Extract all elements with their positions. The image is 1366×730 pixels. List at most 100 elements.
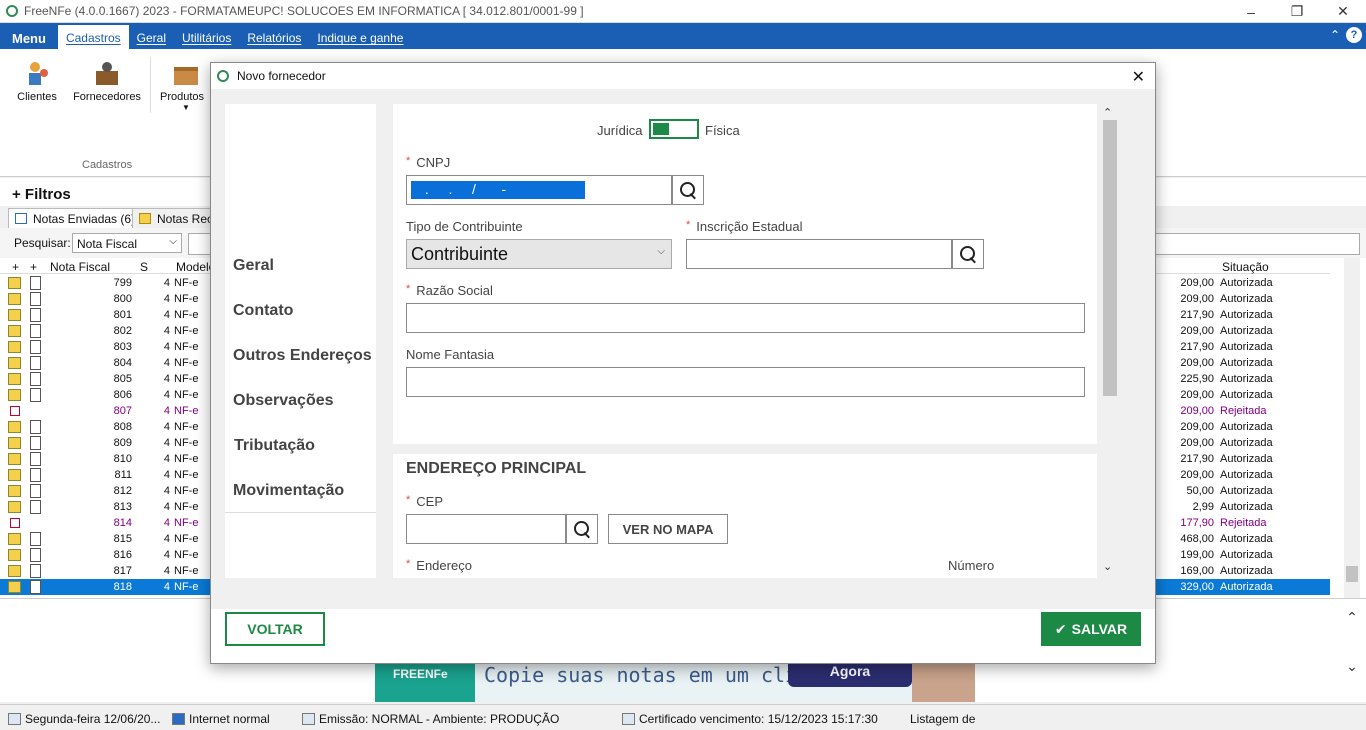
- cell-serie: 4: [163, 517, 170, 529]
- inscricao-estadual-input[interactable]: [686, 239, 952, 269]
- ver-no-mapa-button[interactable]: VER NO MAPA: [608, 514, 728, 544]
- cell-valor: 209,00: [1180, 293, 1214, 305]
- collapse-ribbon-icon[interactable]: ⌃: [1330, 28, 1340, 42]
- document-icon[interactable]: [30, 372, 41, 386]
- grid-scroll-thumb[interactable]: [1346, 566, 1358, 582]
- nav-tributacao[interactable]: Tributação: [234, 437, 315, 455]
- scroll-down-icon[interactable]: ⌄: [1103, 560, 1112, 573]
- person-type-toggle[interactable]: [649, 119, 699, 139]
- scroll-up-icon[interactable]: ⌃: [1103, 106, 1112, 119]
- document-icon[interactable]: [30, 564, 41, 578]
- cnpj-search-button[interactable]: [672, 175, 704, 205]
- nome-fantasia-input[interactable]: [406, 367, 1085, 397]
- close-window-button[interactable]: ✕: [1320, 0, 1366, 23]
- cell-serie: 4: [163, 389, 170, 401]
- cell-situacao: Autorizada: [1220, 485, 1273, 497]
- document-icon[interactable]: [30, 468, 41, 482]
- fornecedores-button[interactable]: Fornecedores: [70, 55, 144, 103]
- cell-nota: 814: [113, 517, 132, 529]
- col-serie[interactable]: S: [140, 260, 148, 274]
- col-expand[interactable]: +: [12, 260, 19, 274]
- document-icon[interactable]: [30, 356, 41, 370]
- cep-input[interactable]: [406, 514, 566, 544]
- produtos-dropdown-icon[interactable]: ▼: [182, 103, 210, 112]
- numero-label: Número: [948, 558, 995, 573]
- col-nota-fiscal[interactable]: Nota Fiscal: [50, 260, 110, 274]
- document-icon[interactable]: [30, 452, 41, 466]
- tab-relatorios[interactable]: Relatórios: [239, 31, 309, 49]
- voltar-button[interactable]: VOLTAR: [225, 612, 325, 646]
- tab-utilitarios[interactable]: Utilitários: [174, 31, 239, 49]
- chevron-down-icon: ⌵: [169, 236, 177, 247]
- endereco-label: * Endereço: [406, 558, 472, 573]
- help-icon[interactable]: ?: [1346, 27, 1362, 43]
- cell-valor: 209,00: [1180, 325, 1214, 337]
- document-icon[interactable]: [30, 292, 41, 306]
- dialog-scrollbar[interactable]: ⌃ ⌄: [1101, 104, 1117, 578]
- document-icon[interactable]: [30, 324, 41, 338]
- app-logo-icon: [6, 5, 18, 17]
- cell-nota: 804: [113, 357, 132, 369]
- cell-situacao: Autorizada: [1220, 325, 1273, 337]
- document-icon[interactable]: [30, 308, 41, 322]
- cell-modelo: NF-e: [174, 453, 199, 465]
- nav-outros-enderecos[interactable]: Outros Endereços: [233, 347, 372, 365]
- document-icon[interactable]: [30, 420, 41, 434]
- cnpj-input[interactable]: . . / -: [406, 175, 672, 205]
- dialog-close-button[interactable]: ✕: [1132, 67, 1145, 87]
- minimize-button[interactable]: –: [1228, 0, 1274, 23]
- cell-situacao: Autorizada: [1220, 565, 1273, 577]
- dialog-scroll-thumb[interactable]: [1103, 120, 1117, 396]
- cell-valor: 209,00: [1180, 421, 1214, 433]
- toggle-fisica-label: Física: [705, 123, 740, 138]
- tab-indique[interactable]: Indique e ganhe: [309, 31, 411, 49]
- col-expand-2[interactable]: +: [30, 260, 37, 274]
- sent-icon: [8, 309, 21, 321]
- sent-icon: [8, 421, 21, 433]
- dialog-title: Novo fornecedor: [237, 69, 326, 83]
- razao-social-input[interactable]: [406, 303, 1085, 333]
- document-icon[interactable]: [30, 500, 41, 514]
- salvar-button[interactable]: ✔ SALVAR: [1041, 612, 1141, 646]
- document-icon[interactable]: [30, 580, 41, 594]
- nav-observacoes[interactable]: Observações: [233, 392, 334, 410]
- cell-serie: 4: [163, 485, 170, 497]
- restore-button[interactable]: ❐: [1274, 0, 1320, 23]
- cell-nota: 807: [113, 405, 132, 417]
- grid-scrollbar[interactable]: [1344, 258, 1360, 598]
- document-icon[interactable]: [30, 548, 41, 562]
- clientes-icon: [23, 59, 51, 87]
- ie-search-button[interactable]: [952, 239, 984, 269]
- lower-scrollbar[interactable]: ⌃ ⌄: [1344, 609, 1360, 699]
- clientes-button[interactable]: Clientes: [14, 55, 60, 103]
- nav-contato[interactable]: Contato: [233, 302, 293, 320]
- tab-notas-enviadas[interactable]: Notas Enviadas (6): [8, 208, 143, 228]
- tipo-contribuinte-value: Contribuinte: [411, 244, 509, 264]
- document-icon[interactable]: [30, 340, 41, 354]
- cell-valor: 329,00: [1180, 581, 1214, 593]
- document-icon[interactable]: [30, 436, 41, 450]
- cell-modelo: NF-e: [174, 565, 199, 577]
- filters-title[interactable]: + Filtros: [12, 186, 71, 203]
- produtos-button[interactable]: Produtos ▼: [160, 55, 210, 112]
- cell-valor: 209,00: [1180, 405, 1214, 417]
- document-icon[interactable]: [30, 484, 41, 498]
- rejected-icon: [10, 518, 20, 528]
- cell-valor: 2,99: [1192, 501, 1214, 513]
- nav-geral[interactable]: Geral: [233, 257, 274, 275]
- cell-serie: 4: [163, 405, 170, 417]
- required-mark: *: [406, 558, 411, 570]
- tab-cadastros[interactable]: Cadastros: [57, 25, 129, 49]
- nav-movimentacao[interactable]: Movimentação: [233, 482, 344, 500]
- sent-icon: [8, 373, 21, 385]
- document-icon[interactable]: [30, 276, 41, 290]
- tab-geral[interactable]: Geral: [129, 31, 174, 49]
- col-situacao[interactable]: Situação: [1222, 260, 1269, 274]
- document-icon[interactable]: [30, 388, 41, 402]
- tipo-contribuinte-select[interactable]: Contribuinte ⌵: [406, 239, 672, 269]
- document-icon[interactable]: [30, 532, 41, 546]
- status-certificado: Certificado vencimento: 15/12/2023 15:17…: [622, 712, 878, 726]
- search-field-select[interactable]: Nota Fiscal ⌵: [72, 233, 182, 253]
- main-menu-button[interactable]: Menu: [0, 31, 58, 49]
- cep-search-button[interactable]: [566, 514, 598, 544]
